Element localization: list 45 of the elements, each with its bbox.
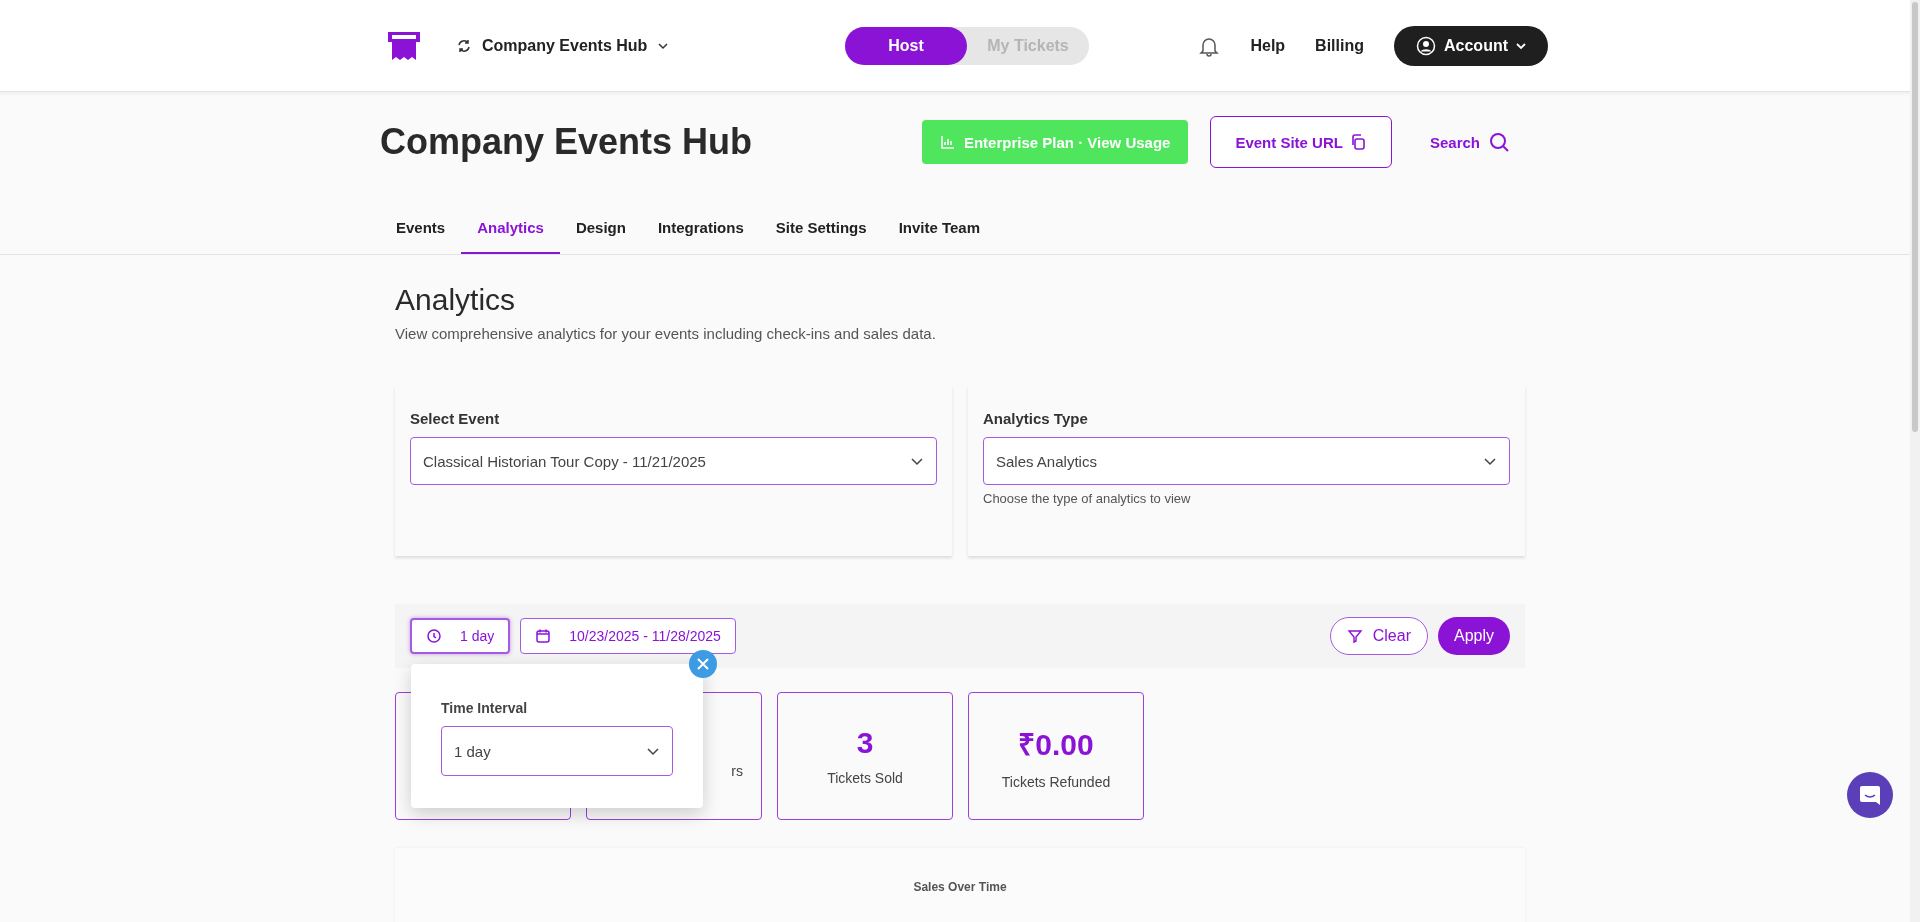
apply-button[interactable]: Apply [1437, 617, 1510, 655]
user-icon [1416, 35, 1436, 56]
search-icon [1488, 131, 1510, 153]
nav-link[interactable]: Help [1250, 36, 1286, 55]
section-description: View comprehensive analytics for your events including check-ins and sales data. [395, 325, 937, 342]
stat-label: rs [731, 763, 743, 779]
interval-button[interactable]: 1 day [410, 618, 511, 654]
account-button[interactable]: Account [1394, 25, 1548, 66]
clock-icon [426, 628, 442, 644]
stat-label: Tickets Refunded [1001, 773, 1111, 790]
stat-value: ₹0.00 [1018, 726, 1094, 763]
calendar-icon [535, 628, 552, 644]
sync-icon [456, 37, 472, 54]
field-label: Select Event [410, 410, 501, 427]
section-title: Analytics [395, 283, 517, 317]
scrollbar[interactable] [1910, 0, 1920, 922]
nav-link[interactable]: Billing [1315, 36, 1364, 55]
chevron-down-icon [1516, 40, 1526, 51]
stat-label: Tickets Sold [827, 770, 903, 786]
chat-button[interactable] [1847, 772, 1893, 818]
search-button[interactable]: Search [1413, 131, 1530, 153]
dropdown-field[interactable]: 1 day [441, 726, 673, 776]
site-url-button[interactable]: Event Site URL [1210, 116, 1392, 168]
close-icon [696, 657, 710, 671]
bar-chart-icon [939, 134, 956, 150]
nav-tab[interactable]: Analytics [461, 219, 560, 254]
workspace-switcher[interactable]: Company Events Hub [450, 35, 676, 56]
filter-icon [1346, 628, 1363, 644]
clear-button[interactable]: Clear [1329, 617, 1428, 655]
nav-tab[interactable]: Site Settings [759, 219, 883, 254]
close-button[interactable] [689, 650, 717, 678]
dropdown-field[interactable]: Sales Analytics [983, 437, 1510, 485]
nav-tab[interactable]: Integrations [641, 219, 760, 254]
nav-tab[interactable]: Invite Team [882, 219, 997, 254]
nav-tab[interactable]: Events [380, 219, 462, 254]
nav-tab[interactable]: Design [559, 219, 642, 254]
chart-title: Sales Over Time [913, 880, 1007, 896]
mode-tab[interactable]: Host [845, 26, 967, 65]
field-label: Analytics Type [983, 410, 1089, 427]
stat-value: 3 [856, 726, 874, 760]
field-label: Time Interval [441, 700, 529, 716]
dropdown-field[interactable]: Classical Historian Tour Copy - 11/21/2025 [410, 437, 937, 485]
date-range-button[interactable]: 10/23/2025 - 11/28/2025 [520, 618, 736, 654]
field-hint: Choose the type of analytics to view [983, 491, 1192, 506]
page-title: Company Events Hub [380, 121, 753, 163]
